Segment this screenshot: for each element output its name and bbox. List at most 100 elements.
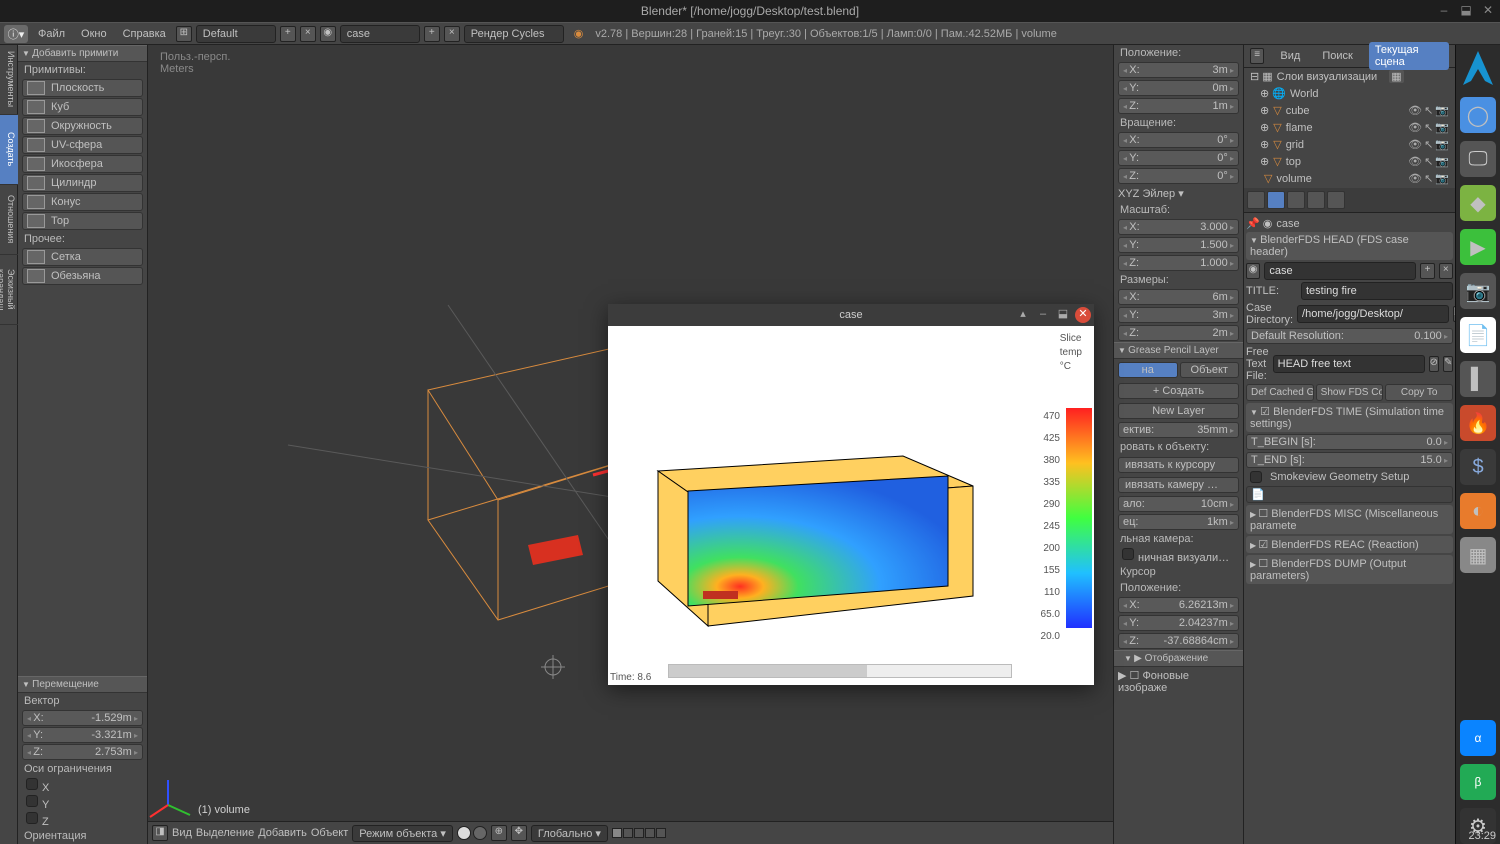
dock-app3-icon[interactable]: ▦ bbox=[1460, 537, 1496, 573]
layout-dropdown[interactable]: Default bbox=[196, 25, 276, 43]
dock-blender-icon[interactable]: ◐ bbox=[1460, 493, 1496, 529]
fds-dump-header[interactable]: ☐ BlenderFDS DUMP (Output parameters) bbox=[1246, 555, 1453, 584]
prim-circle[interactable]: Окружность bbox=[22, 117, 143, 135]
tab-tools[interactable]: Инструменты bbox=[0, 45, 18, 115]
name-del-icon[interactable]: × bbox=[1439, 263, 1453, 279]
translate-header[interactable]: Перемещение bbox=[18, 676, 147, 693]
tab-scene[interactable]: на bbox=[1118, 362, 1178, 378]
lock-to-cursor[interactable]: ивязать к курсору bbox=[1118, 457, 1239, 473]
dock-files-icon[interactable]: 🖵 bbox=[1460, 141, 1496, 177]
prim-grid[interactable]: Сетка bbox=[22, 248, 143, 266]
tend-field[interactable]: T_END [s]:15.0 bbox=[1246, 452, 1453, 468]
new-button[interactable]: + Создать bbox=[1118, 383, 1239, 399]
unlink-icon[interactable]: ⊘ bbox=[1429, 356, 1439, 372]
outliner-item-flame[interactable]: ⊕ ▽ flame👁↖📷 bbox=[1244, 119, 1455, 136]
pivot-icon[interactable]: ⊕ bbox=[491, 825, 507, 841]
outliner-tab-search[interactable]: Поиск bbox=[1316, 48, 1358, 64]
popup-min-icon[interactable]: – bbox=[1035, 307, 1051, 323]
scene-name-input[interactable] bbox=[1264, 262, 1416, 280]
prim-uvsphere[interactable]: UV-сфера bbox=[22, 136, 143, 154]
smv-check[interactable] bbox=[1250, 471, 1262, 483]
scale-y[interactable]: Y:1.500 bbox=[1118, 237, 1239, 253]
tab-create[interactable]: Создать bbox=[0, 115, 18, 185]
menu-window[interactable]: Окно bbox=[75, 26, 113, 42]
gp-header[interactable]: Grease Pencil Layer bbox=[1114, 342, 1243, 359]
outliner-item-volume[interactable]: ▽ volume👁↖📷 bbox=[1244, 170, 1455, 187]
dim-x[interactable]: X:6m bbox=[1118, 289, 1239, 305]
scale-x[interactable]: X:3.000 bbox=[1118, 219, 1239, 235]
scene-del-icon[interactable]: × bbox=[444, 26, 460, 42]
layer-thumb-icon[interactable]: ▦ bbox=[1389, 70, 1403, 83]
prim-plane[interactable]: Плоскость bbox=[22, 79, 143, 97]
clip-start[interactable]: ало:10cm bbox=[1118, 496, 1239, 512]
ctx-render-icon[interactable] bbox=[1247, 191, 1265, 209]
menu-add[interactable]: Добавить bbox=[258, 827, 307, 839]
dock-beta-icon[interactable]: β bbox=[1460, 764, 1496, 800]
outliner-tab-scene[interactable]: Текущая сцена bbox=[1369, 42, 1449, 70]
scene-add-icon[interactable]: + bbox=[424, 26, 440, 42]
prim-icosphere[interactable]: Икосфера bbox=[22, 155, 143, 173]
loc-x[interactable]: X:3m bbox=[1118, 62, 1239, 78]
window-close-icon[interactable]: ✕ bbox=[1480, 2, 1496, 18]
dock-app2-icon[interactable]: ▶ bbox=[1460, 229, 1496, 265]
render-engine-dropdown[interactable]: Рендер Cycles bbox=[464, 25, 564, 43]
dim-z[interactable]: Z:2m bbox=[1118, 325, 1239, 341]
mode-dropdown[interactable]: Режим объекта ▾ bbox=[352, 825, 453, 842]
scene-dropdown[interactable]: case bbox=[340, 25, 420, 43]
window-minimize-icon[interactable]: – bbox=[1436, 2, 1452, 18]
free-text-input[interactable] bbox=[1273, 355, 1425, 373]
prim-cube[interactable]: Куб bbox=[22, 98, 143, 116]
ctx-world-icon[interactable] bbox=[1287, 191, 1305, 209]
popup-max-icon[interactable]: ⬓ bbox=[1055, 307, 1071, 323]
def-cached-button[interactable]: Def Cached G… bbox=[1246, 384, 1314, 401]
name-add-icon[interactable]: + bbox=[1420, 263, 1434, 279]
dock-fire-icon[interactable]: 🔥 bbox=[1460, 405, 1496, 441]
popup-close-icon[interactable]: ✕ bbox=[1075, 307, 1091, 323]
layout-add-icon[interactable]: + bbox=[280, 26, 296, 42]
display-header[interactable]: ▶ Отображение bbox=[1114, 650, 1243, 667]
outliner-editor-icon[interactable]: ≡ bbox=[1250, 48, 1264, 64]
default-res-field[interactable]: Default Resolution:0.100 bbox=[1246, 328, 1453, 344]
cursor-x[interactable]: X:6.26213m bbox=[1118, 597, 1239, 613]
axis-x-check[interactable] bbox=[26, 778, 38, 790]
dock-money-icon[interactable]: $ bbox=[1460, 449, 1496, 485]
add-primitive-header[interactable]: Добавить примити bbox=[18, 45, 147, 62]
rot-z[interactable]: Z:0° bbox=[1118, 168, 1239, 184]
dir-input[interactable] bbox=[1297, 305, 1449, 323]
popup-up-icon[interactable]: ▴ bbox=[1015, 307, 1031, 323]
loc-z[interactable]: Z:1m bbox=[1118, 98, 1239, 114]
bg-images-header[interactable]: ▶ ☐ Фоновые изображе bbox=[1114, 667, 1243, 696]
lock-camera[interactable]: ивязать камеру … bbox=[1118, 477, 1239, 493]
translate-z[interactable]: Z:2.753m bbox=[22, 744, 143, 760]
title-input[interactable] bbox=[1301, 282, 1453, 300]
ctx-object-icon[interactable] bbox=[1307, 191, 1325, 209]
cursor-y[interactable]: Y:2.04237m bbox=[1118, 615, 1239, 631]
translate-y[interactable]: Y:-3.321m bbox=[22, 727, 143, 743]
prim-cone[interactable]: Конус bbox=[22, 193, 143, 211]
clip-end[interactable]: ец:1km bbox=[1118, 514, 1239, 530]
scale-z[interactable]: Z:1.000 bbox=[1118, 255, 1239, 271]
editor-type-icon[interactable]: ◨ bbox=[152, 825, 168, 841]
rot-x[interactable]: X:0° bbox=[1118, 132, 1239, 148]
rot-y[interactable]: Y:0° bbox=[1118, 150, 1239, 166]
outliner-tab-view[interactable]: Вид bbox=[1274, 48, 1306, 64]
lens-field[interactable]: ектив:35mm bbox=[1118, 422, 1239, 438]
dock-camera-icon[interactable]: 📷 bbox=[1460, 273, 1496, 309]
rotation-mode-dropdown[interactable]: XYZ Эйлер ▾ bbox=[1118, 187, 1239, 200]
prim-cylinder[interactable]: Цилиндр bbox=[22, 174, 143, 192]
tab-grease-pencil[interactable]: Эскизный карандаш bbox=[0, 255, 18, 325]
dock-alpha-icon[interactable]: α bbox=[1460, 720, 1496, 756]
shading-mode-buttons[interactable] bbox=[457, 826, 487, 840]
prim-monkey[interactable]: Обезьяна bbox=[22, 267, 143, 285]
cursor-z[interactable]: Z:-37.68864cm bbox=[1118, 633, 1239, 649]
smokeview-viewport[interactable]: Slicetemp°C 470425380 335290245 20015511… bbox=[608, 326, 1094, 685]
window-maximize-icon[interactable]: ⬓ bbox=[1458, 2, 1474, 18]
outliner-world[interactable]: ⊕ 🌐 World bbox=[1244, 85, 1455, 102]
menu-help[interactable]: Справка bbox=[117, 26, 172, 42]
tab-object[interactable]: Объект bbox=[1180, 362, 1240, 378]
layout-icon[interactable]: ⊞ bbox=[176, 26, 192, 42]
layer-buttons[interactable] bbox=[612, 828, 666, 838]
time-slider[interactable] bbox=[668, 664, 1012, 678]
dock-terminal-icon[interactable]: ▌ bbox=[1460, 361, 1496, 397]
copy-to-button[interactable]: Copy To bbox=[1385, 384, 1453, 401]
